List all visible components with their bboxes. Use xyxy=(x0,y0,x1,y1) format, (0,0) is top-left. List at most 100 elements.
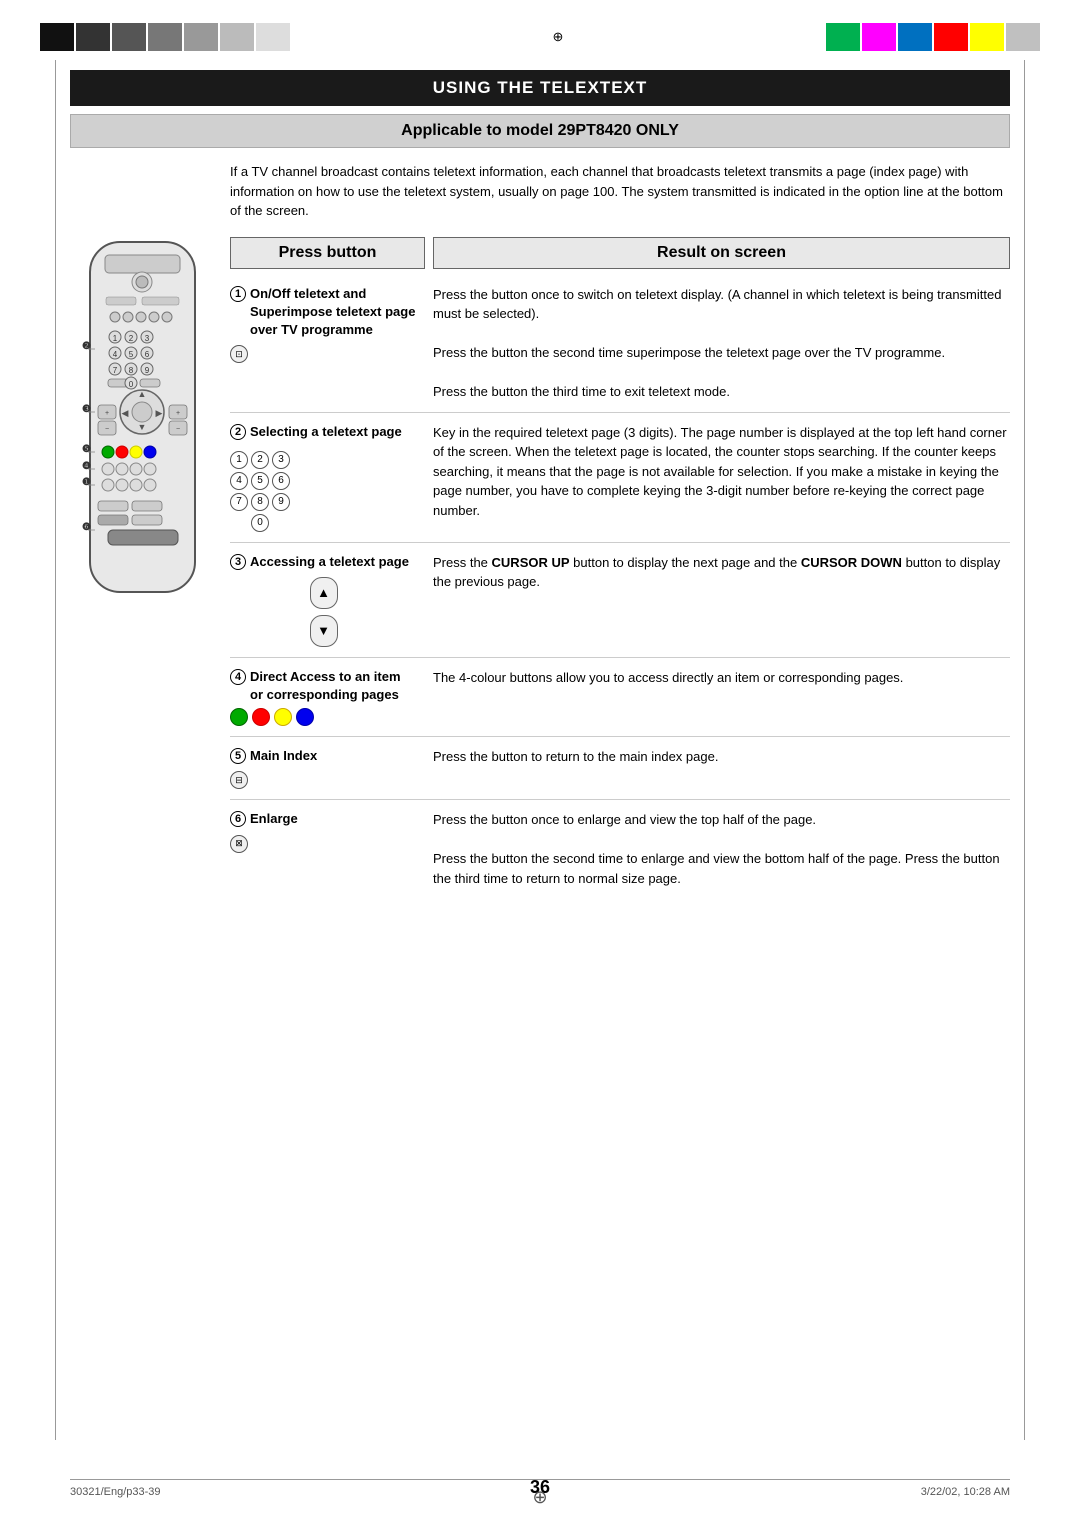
result-col-6: Press the button once to enlarge and vie… xyxy=(425,810,1010,888)
right-border-line xyxy=(1024,60,1025,1440)
svg-text:❸: ❸ xyxy=(82,404,91,415)
svg-text:4: 4 xyxy=(113,350,118,359)
svg-text:◀: ◀ xyxy=(122,408,129,418)
yellow-button xyxy=(274,708,292,726)
result-col-3: Press the CURSOR UP button to display th… xyxy=(425,553,1010,592)
gray-block-6 xyxy=(220,23,254,51)
instruction-row-6: 6 Enlarge ⊠ Press the button once to enl… xyxy=(230,800,1010,898)
main-index-icon: ⊟ xyxy=(230,771,248,789)
color-yellow xyxy=(970,23,1004,51)
num-1: 1 xyxy=(230,451,248,469)
circle-num-3: 3 xyxy=(230,554,246,570)
svg-text:❺: ❺ xyxy=(82,444,91,455)
press-label-text-4: Direct Access to an item or correspondin… xyxy=(250,668,417,704)
instruction-row-5: 5 Main Index ⊟ Press the button to retur… xyxy=(230,737,1010,800)
icon-area-1: ⊡ xyxy=(230,345,417,363)
svg-text:6: 6 xyxy=(145,350,150,359)
num-3: 3 xyxy=(272,451,290,469)
svg-text:−: − xyxy=(105,426,109,433)
icon-area-6: ⊠ xyxy=(230,835,417,853)
svg-text:5: 5 xyxy=(129,350,134,359)
footer-right-text: 3/22/02, 10:28 AM xyxy=(921,1486,1010,1498)
press-label-5: 5 Main Index xyxy=(230,747,417,765)
two-col-layout: 1 2 3 4 5 6 7 8 9 0 xyxy=(70,237,1010,899)
footer-crosshair-icon: ⊕ xyxy=(532,1487,547,1508)
instruction-row-2: 2 Selecting a teletext page 1 2 3 4 5 6 … xyxy=(230,413,1010,543)
red-button xyxy=(252,708,270,726)
svg-text:9: 9 xyxy=(145,366,150,375)
cursor-down-icon: ▼ xyxy=(310,615,338,647)
instruction-row-1: 1 On/Off teletext and Superimpose telete… xyxy=(230,275,1010,413)
icon-area-3: ▲ ▼ xyxy=(230,577,417,647)
press-col-6: 6 Enlarge ⊠ xyxy=(230,810,425,852)
green-button xyxy=(230,708,248,726)
color-blocks xyxy=(826,23,1040,51)
gray-block-5 xyxy=(184,23,218,51)
num-8: 8 xyxy=(251,493,269,511)
press-label-text-1: On/Off teletext and Superimpose teletext… xyxy=(250,285,417,340)
svg-text:3: 3 xyxy=(145,334,150,343)
press-label-3: 3 Accessing a teletext page xyxy=(230,553,417,571)
num-4: 4 xyxy=(230,472,248,490)
press-button-header: Press button xyxy=(230,237,425,269)
page-title: USING THE TELEXTEXT xyxy=(70,70,1010,106)
top-crosshair: ⊕ xyxy=(290,29,826,45)
svg-text:−: − xyxy=(176,426,180,433)
intro-text: If a TV channel broadcast contains telet… xyxy=(230,162,1010,221)
color-blue xyxy=(898,23,932,51)
svg-text:❻: ❻ xyxy=(82,522,91,533)
circle-num-1: 1 xyxy=(230,286,246,302)
press-label-text-5: Main Index xyxy=(250,747,317,765)
svg-text:▲: ▲ xyxy=(138,389,147,399)
number-grid: 1 2 3 4 5 6 7 8 9 0 xyxy=(230,451,290,532)
press-label-6: 6 Enlarge xyxy=(230,810,417,828)
remote-column: 1 2 3 4 5 6 7 8 9 0 xyxy=(70,237,230,899)
num-7: 7 xyxy=(230,493,248,511)
press-label-1: 1 On/Off teletext and Superimpose telete… xyxy=(230,285,417,340)
svg-text:0: 0 xyxy=(129,380,134,389)
svg-text:▶: ▶ xyxy=(156,408,163,418)
press-col-2: 2 Selecting a teletext page 1 2 3 4 5 6 … xyxy=(230,423,425,532)
gray-block-1 xyxy=(40,23,74,51)
color-red xyxy=(934,23,968,51)
cursor-up-icon: ▲ xyxy=(310,577,338,609)
press-col-4: 4 Direct Access to an item or correspond… xyxy=(230,668,425,726)
gray-block-2 xyxy=(76,23,110,51)
svg-text:❷: ❷ xyxy=(82,341,91,352)
result-col-5: Press the button to return to the main i… xyxy=(425,747,1010,767)
num-0: 0 xyxy=(251,514,269,532)
result-col-2: Key in the required teletext page (3 dig… xyxy=(425,423,1010,521)
num-9: 9 xyxy=(272,493,290,511)
blue-button xyxy=(296,708,314,726)
circle-num-4: 4 xyxy=(230,669,246,685)
press-col-5: 5 Main Index ⊟ xyxy=(230,747,425,789)
num-6: 6 xyxy=(272,472,290,490)
press-label-4: 4 Direct Access to an item or correspond… xyxy=(230,668,417,704)
top-bar: ⊕ xyxy=(0,18,1080,56)
svg-text:+: + xyxy=(176,410,180,417)
press-col-3: 3 Accessing a teletext page ▲ ▼ xyxy=(230,553,425,647)
svg-text:❶: ❶ xyxy=(82,477,91,488)
gray-block-3 xyxy=(112,23,146,51)
main-content: USING THE TELEXTEXT Applicable to model … xyxy=(70,70,1010,1448)
svg-text:8: 8 xyxy=(129,366,134,375)
remote-control-svg: 1 2 3 4 5 6 7 8 9 0 xyxy=(70,237,215,607)
icon-area-5: ⊟ xyxy=(230,771,417,789)
color-magenta xyxy=(862,23,896,51)
icon-area-2: 1 2 3 4 5 6 7 8 9 0 xyxy=(230,447,417,532)
column-headers: Press button Result on screen xyxy=(230,237,1010,269)
color-green xyxy=(826,23,860,51)
num-2: 2 xyxy=(251,451,269,469)
svg-text:1: 1 xyxy=(113,334,118,343)
gray-block-4 xyxy=(148,23,182,51)
svg-text:7: 7 xyxy=(113,366,118,375)
press-label-text-2: Selecting a teletext page xyxy=(250,423,402,441)
page-subtitle: Applicable to model 29PT8420 ONLY xyxy=(70,114,1010,148)
svg-text:+: + xyxy=(105,410,109,417)
grayscale-blocks xyxy=(40,23,290,51)
teletext-icon-1: ⊡ xyxy=(230,345,248,363)
circle-num-6: 6 xyxy=(230,811,246,827)
result-col-1: Press the button once to switch on telet… xyxy=(425,285,1010,402)
circle-num-2: 2 xyxy=(230,424,246,440)
result-on-screen-header: Result on screen xyxy=(433,237,1010,269)
